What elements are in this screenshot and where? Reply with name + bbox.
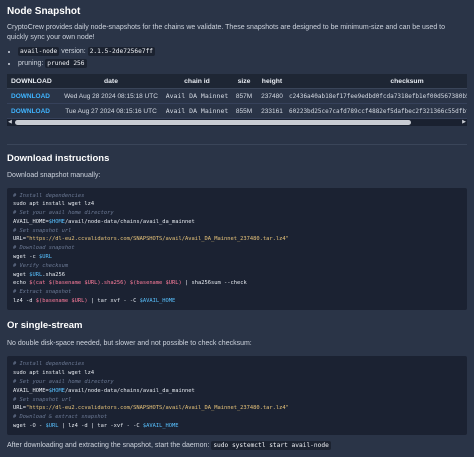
code-variable: $AVAIL_HOME xyxy=(139,298,176,305)
code-token: /avail/node-data/chains/avail_da_mainnet xyxy=(64,218,195,225)
snapshot-table-wrap: DOWNLOAD date chain id size height check… xyxy=(7,74,467,119)
code-comment: # Install dependencies xyxy=(13,361,85,368)
table-horizontal-scrollbar[interactable]: ◀ ▶ xyxy=(7,119,467,126)
code-comment: # Download & extract snapshot xyxy=(13,414,108,421)
col-date: date xyxy=(59,74,163,89)
table-row: DOWNLOAD Tue Aug 27 2024 08:15:16 UTC Av… xyxy=(7,103,467,119)
code-comment: # Set your avail home directory xyxy=(13,378,114,385)
stream-title: Or single-stream xyxy=(7,319,83,331)
cell-height: 237480 xyxy=(257,88,287,104)
code-variable: $HOME xyxy=(48,387,65,394)
cell-size: 857M xyxy=(231,88,257,104)
code-comment: # Set your avail home directory xyxy=(13,210,114,217)
footer-text: After downloading and extracting the sna… xyxy=(7,441,210,449)
cell-size: 855M xyxy=(231,103,257,119)
code-line: sudo apt install wget lz4 xyxy=(13,370,95,377)
code-token: AVAIL_HOME= xyxy=(13,218,49,225)
code-variable: $AVAIL_HOME xyxy=(142,422,179,429)
table-row: DOWNLOAD Wed Aug 28 2024 08:15:18 UTC Av… xyxy=(7,88,467,104)
code-subshell: $(cat $(basename $URL).sha256) $(basenam… xyxy=(29,280,182,287)
code-token: wget -O - xyxy=(13,422,46,429)
scrollbar-thumb[interactable] xyxy=(15,120,411,125)
code-token: .sha256 xyxy=(42,271,65,278)
code-token: echo xyxy=(13,280,30,287)
code-comment: # Download snapshot xyxy=(13,245,75,252)
intro-text: CryptoCrew provides daily node-snapshots… xyxy=(7,24,446,41)
code-comment: # Verify checksum xyxy=(13,262,69,269)
version-list: avail-node version: 2.1.5-2de7256e7ff pr… xyxy=(7,46,467,70)
node-name-code: avail-node xyxy=(18,47,60,56)
code-token: | sha256sum --check xyxy=(181,280,247,287)
scroll-right-icon[interactable]: ▶ xyxy=(462,119,466,126)
code-token: | tar xvf - -C xyxy=(87,298,140,305)
manual-label: Download snapshot manually: xyxy=(7,172,101,179)
code-string: "https://dl-eu2.ccvalidators.com/SNAPSHO… xyxy=(25,236,289,243)
list-item-pruning: pruning: pruned 256 xyxy=(18,58,467,70)
code-token: lz4 -d xyxy=(13,298,36,305)
instructions-title: Download instructions xyxy=(7,153,110,164)
code-variable: $HOME xyxy=(48,218,65,225)
cell-chain: Avail DA Mainnet xyxy=(163,103,231,119)
cell-checksum: 60223bd25ce7cafd789ccf4882ef5dafbec2f321… xyxy=(287,103,467,119)
col-checksum: checksum xyxy=(287,74,467,89)
code-line: sudo apt install wget lz4 xyxy=(13,201,95,208)
list-item-version: avail-node version: 2.1.5-2de7256e7ff xyxy=(18,46,467,58)
version-value: 2.1.5-2de7256e7ff xyxy=(87,47,156,56)
code-token: URL= xyxy=(13,236,26,243)
code-subshell: $(basename $URL) xyxy=(35,298,88,305)
footer-text-line: After downloading and extracting the sna… xyxy=(7,440,467,451)
cell-height: 233161 xyxy=(257,103,287,119)
footer-command: sudo systemctl start avail-node xyxy=(211,440,331,450)
page-title: Node Snapshot xyxy=(7,6,81,17)
col-size: size xyxy=(231,74,257,89)
stream-code-block[interactable]: # Install dependencies sudo apt install … xyxy=(7,356,467,435)
code-token: wget xyxy=(13,271,30,278)
code-token: | lz4 -d | tar -xvf - -C xyxy=(58,422,143,429)
code-string: "https://dl-eu2.ccvalidators.com/SNAPSHO… xyxy=(25,405,289,412)
cell-date: Wed Aug 28 2024 08:15:18 UTC xyxy=(59,88,163,104)
code-variable: $URL xyxy=(38,254,52,261)
code-comment: # Extract snapshot xyxy=(13,289,72,296)
cell-checksum: c2436a40ab18ef17fee9edbd0fcda7318efb1ef0… xyxy=(287,88,467,104)
download-link[interactable]: DOWNLOAD xyxy=(7,103,59,119)
code-comment: # Set snapshot url xyxy=(13,396,72,403)
col-download: DOWNLOAD xyxy=(7,74,59,89)
table-header-row: DOWNLOAD date chain id size height check… xyxy=(7,74,467,89)
cell-chain: Avail DA Mainnet xyxy=(163,88,231,104)
manual-code-block[interactable]: # Install dependencies sudo apt install … xyxy=(7,187,467,310)
code-comment: # Install dependencies xyxy=(13,192,85,199)
page: Node Snapshot CryptoCrew provides daily … xyxy=(0,0,474,450)
scroll-left-icon[interactable]: ◀ xyxy=(8,119,12,126)
code-token: wget -c xyxy=(13,254,39,261)
code-token: AVAIL_HOME= xyxy=(13,387,49,394)
code-token: /avail/node-data/chains/avail_da_mainnet xyxy=(64,387,195,394)
col-height: height xyxy=(257,74,287,89)
pruning-value: pruned 256 xyxy=(45,59,87,68)
cell-date: Tue Aug 27 2024 08:15:16 UTC xyxy=(59,103,163,119)
code-comment: # Set snapshot url xyxy=(13,227,72,234)
code-variable: $URL xyxy=(29,271,43,278)
stream-label: No double disk-space needed, but slower … xyxy=(7,339,252,347)
col-chain-id: chain id xyxy=(163,74,231,89)
code-token: URL= xyxy=(13,405,26,412)
code-variable: $URL xyxy=(45,422,59,429)
version-label: version: xyxy=(61,48,86,55)
pruning-label: pruning: xyxy=(18,60,44,67)
snapshot-table: DOWNLOAD date chain id size height check… xyxy=(7,74,467,119)
download-link[interactable]: DOWNLOAD xyxy=(7,88,59,104)
